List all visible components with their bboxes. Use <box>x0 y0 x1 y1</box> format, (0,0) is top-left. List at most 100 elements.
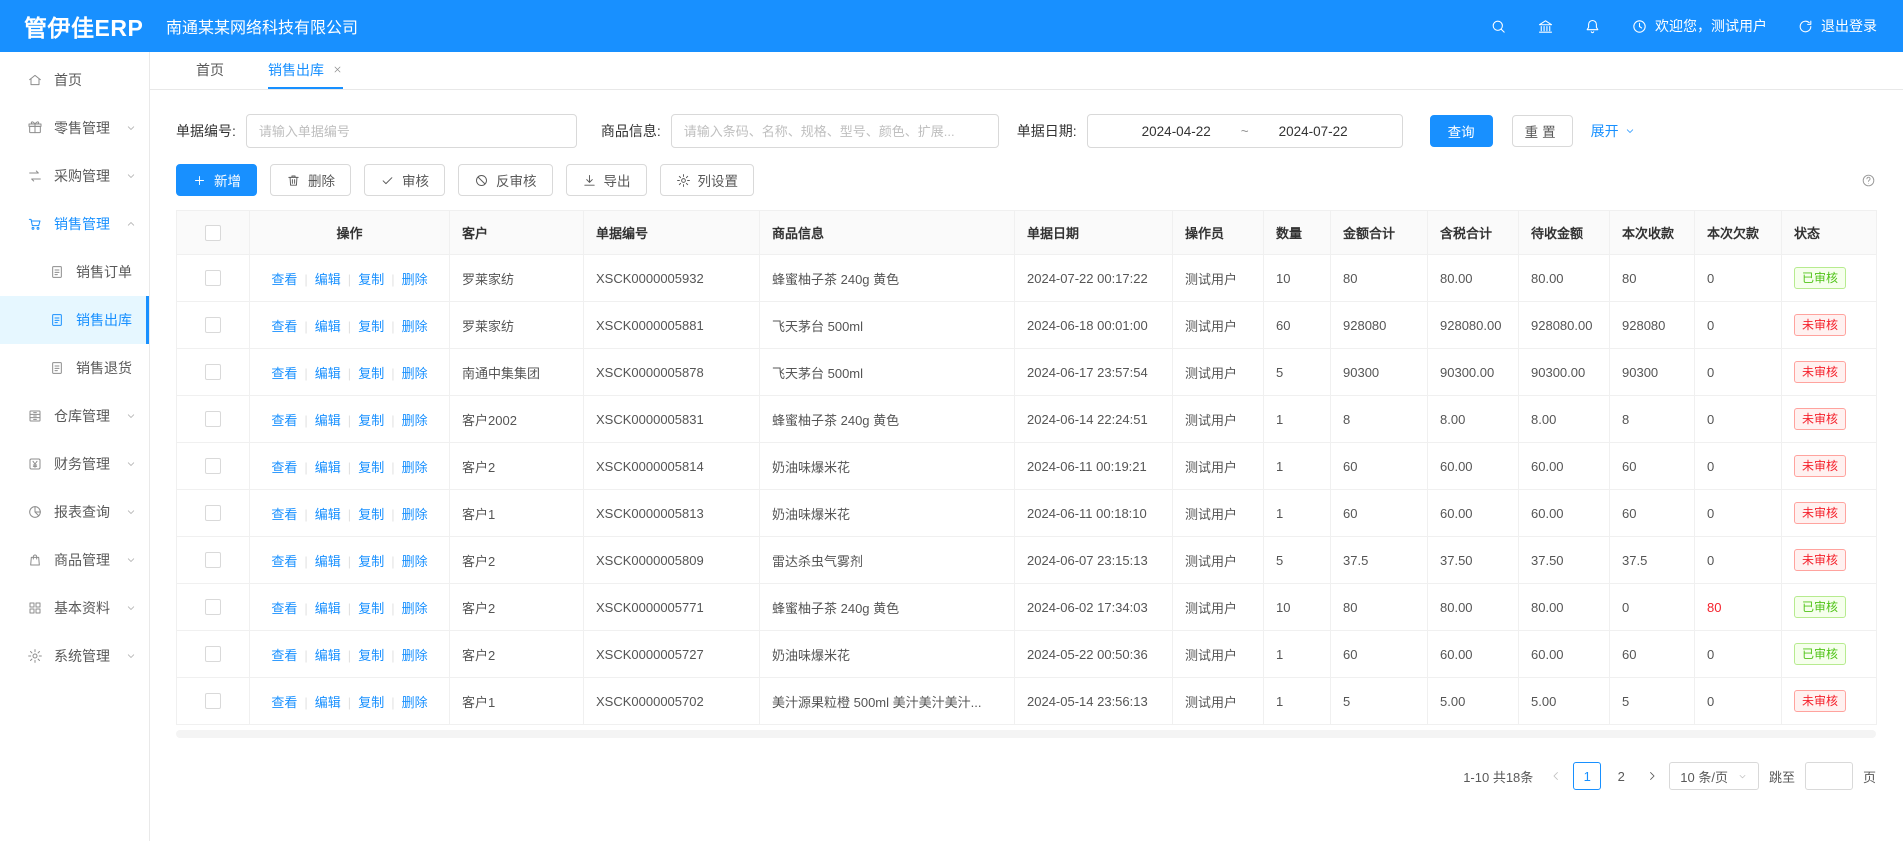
sidebar-item-finance[interactable]: 财务管理 <box>0 440 149 488</box>
delete-link[interactable]: 删除 <box>402 695 428 710</box>
chevron-down-icon <box>125 650 137 662</box>
date-end[interactable]: 2024-07-22 <box>1279 124 1348 139</box>
date-cell: 2024-05-14 23:56:13 <box>1015 678 1173 725</box>
owed-cell: 0 <box>1695 678 1782 725</box>
delete-link[interactable]: 删除 <box>402 272 428 287</box>
edit-link[interactable]: 编辑 <box>315 319 341 334</box>
row-checkbox[interactable] <box>205 599 221 615</box>
copy-link[interactable]: 复制 <box>358 413 384 428</box>
sidebar-item-report[interactable]: 报表查询 <box>0 488 149 536</box>
row-checkbox[interactable] <box>205 458 221 474</box>
edit-link[interactable]: 编辑 <box>315 648 341 663</box>
product-info-input[interactable] <box>671 114 999 148</box>
view-link[interactable]: 查看 <box>271 554 297 569</box>
order-no-input[interactable] <box>246 114 577 148</box>
delete-link[interactable]: 删除 <box>402 319 428 334</box>
row-checkbox[interactable] <box>205 552 221 568</box>
page-button-2[interactable]: 2 <box>1607 762 1635 790</box>
add-label: 新增 <box>214 170 241 190</box>
tab-home[interactable]: 首页 <box>196 52 224 89</box>
sidebar-item-purchase[interactable]: 采购管理 <box>0 152 149 200</box>
export-button[interactable]: 导出 <box>566 164 647 196</box>
logout-button[interactable]: 退出登录 <box>1797 16 1877 36</box>
view-link[interactable]: 查看 <box>271 319 297 334</box>
welcome-user[interactable]: 欢迎您，测试用户 <box>1631 16 1767 36</box>
prev-page-icon[interactable] <box>1549 769 1563 783</box>
copy-link[interactable]: 复制 <box>358 554 384 569</box>
close-icon[interactable] <box>332 64 343 75</box>
add-button[interactable]: 新增 <box>176 164 257 196</box>
unapprove-button[interactable]: 反审核 <box>458 164 553 196</box>
delete-link[interactable]: 删除 <box>402 648 428 663</box>
sidebar-item-sales-order[interactable]: 销售订单 <box>0 248 149 296</box>
view-link[interactable]: 查看 <box>271 272 297 287</box>
sidebar-item-sales-return[interactable]: 销售退货 <box>0 344 149 392</box>
horizontal-scrollbar[interactable] <box>176 730 1876 738</box>
date-start[interactable]: 2024-04-22 <box>1142 124 1211 139</box>
view-link[interactable]: 查看 <box>271 366 297 381</box>
delete-link[interactable]: 删除 <box>402 554 428 569</box>
view-link[interactable]: 查看 <box>271 413 297 428</box>
jump-page-input[interactable] <box>1805 762 1853 790</box>
edit-link[interactable]: 编辑 <box>315 366 341 381</box>
sidebar-item-system[interactable]: 系统管理 <box>0 632 149 680</box>
help-icon[interactable] <box>1861 173 1876 188</box>
approve-button[interactable]: 审核 <box>364 164 445 196</box>
row-checkbox[interactable] <box>205 646 221 662</box>
row-checkbox[interactable] <box>205 364 221 380</box>
delete-button[interactable]: 删除 <box>270 164 351 196</box>
edit-link[interactable]: 编辑 <box>315 554 341 569</box>
edit-link[interactable]: 编辑 <box>315 507 341 522</box>
sidebar-item-retail[interactable]: 零售管理 <box>0 104 149 152</box>
delete-link[interactable]: 删除 <box>402 507 428 522</box>
bank-icon[interactable] <box>1537 18 1554 35</box>
status-cell: 未审核 <box>1782 678 1877 725</box>
tax-total-cell: 928080.00 <box>1428 302 1519 349</box>
edit-link[interactable]: 编辑 <box>315 413 341 428</box>
view-link[interactable]: 查看 <box>271 460 297 475</box>
delete-link[interactable]: 删除 <box>402 366 428 381</box>
page-size-select[interactable]: 10 条/页 <box>1669 762 1759 790</box>
sidebar-item-goods[interactable]: 商品管理 <box>0 536 149 584</box>
edit-link[interactable]: 编辑 <box>315 601 341 616</box>
page-button-1[interactable]: 1 <box>1573 762 1601 790</box>
copy-link[interactable]: 复制 <box>358 460 384 475</box>
bell-icon[interactable] <box>1584 18 1601 35</box>
reset-button[interactable]: 重置 <box>1512 115 1573 147</box>
edit-link[interactable]: 编辑 <box>315 460 341 475</box>
sidebar-item-home[interactable]: 首页 <box>0 56 149 104</box>
next-page-icon[interactable] <box>1645 769 1659 783</box>
search-icon[interactable] <box>1490 18 1507 35</box>
view-link[interactable]: 查看 <box>271 648 297 663</box>
copy-link[interactable]: 复制 <box>358 366 384 381</box>
view-link[interactable]: 查看 <box>271 695 297 710</box>
copy-link[interactable]: 复制 <box>358 507 384 522</box>
sidebar-item-sales[interactable]: 销售管理 <box>0 200 149 248</box>
copy-link[interactable]: 复制 <box>358 319 384 334</box>
sidebar-item-warehouse[interactable]: 仓库管理 <box>0 392 149 440</box>
edit-link[interactable]: 编辑 <box>315 272 341 287</box>
select-all-checkbox[interactable] <box>205 225 221 241</box>
edit-link[interactable]: 编辑 <box>315 695 341 710</box>
copy-link[interactable]: 复制 <box>358 272 384 287</box>
row-checkbox[interactable] <box>205 317 221 333</box>
sidebar-item-basic[interactable]: 基本资料 <box>0 584 149 632</box>
delete-link[interactable]: 删除 <box>402 460 428 475</box>
copy-link[interactable]: 复制 <box>358 695 384 710</box>
delete-link[interactable]: 删除 <box>402 601 428 616</box>
date-range-picker[interactable]: 2024-04-22 ~ 2024-07-22 <box>1087 114 1403 148</box>
copy-link[interactable]: 复制 <box>358 601 384 616</box>
search-button[interactable]: 查询 <box>1430 115 1493 147</box>
sidebar-item-sales-outbound[interactable]: 销售出库 <box>0 296 149 344</box>
row-checkbox[interactable] <box>205 693 221 709</box>
view-link[interactable]: 查看 <box>271 601 297 616</box>
row-checkbox[interactable] <box>205 270 221 286</box>
row-checkbox[interactable] <box>205 411 221 427</box>
copy-link[interactable]: 复制 <box>358 648 384 663</box>
tab-sales-outbound[interactable]: 销售出库 <box>268 52 343 89</box>
column-settings-button[interactable]: 列设置 <box>660 164 755 196</box>
view-link[interactable]: 查看 <box>271 507 297 522</box>
expand-link[interactable]: 展开 <box>1591 121 1636 141</box>
row-checkbox[interactable] <box>205 505 221 521</box>
delete-link[interactable]: 删除 <box>402 413 428 428</box>
